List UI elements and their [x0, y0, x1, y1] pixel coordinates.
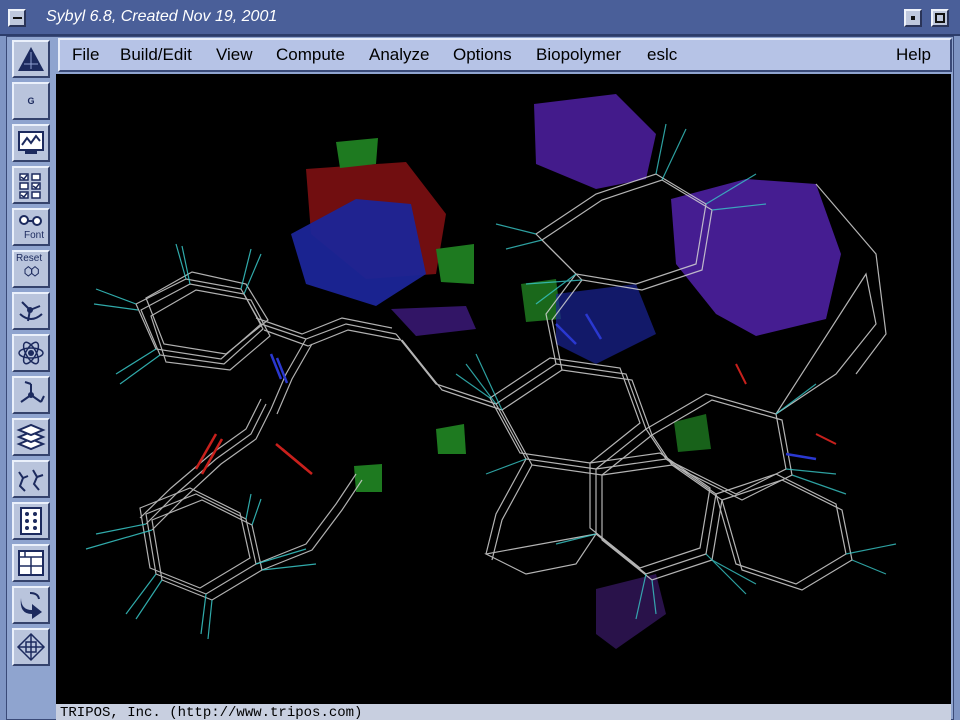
menu-compute[interactable]: Compute — [276, 45, 345, 65]
menu-analyze[interactable]: Analyze — [369, 45, 429, 65]
molecule-scene — [85, 94, 897, 649]
molecules-button[interactable] — [12, 460, 50, 498]
table-icon — [18, 550, 44, 576]
window-title: Sybyl 6.8, Created Nov 19, 2001 — [46, 8, 278, 25]
status-text: TRIPOS, Inc. (http://www.tripos.com) — [60, 705, 363, 720]
contour-green-surface — [336, 138, 378, 168]
layers-button[interactable] — [12, 418, 50, 456]
reset-button[interactable]: Reset — [12, 250, 50, 288]
table-button[interactable] — [12, 544, 50, 582]
menu-options[interactable]: Options — [453, 45, 512, 65]
menu-help[interactable]: Help — [896, 45, 931, 65]
checklist-icon — [19, 173, 41, 199]
menu-bar: File Build/Edit View Compute Analyze Opt… — [58, 38, 952, 72]
arrow-icon — [20, 592, 42, 619]
atom-icon — [18, 341, 44, 365]
minimize-button[interactable] — [904, 9, 922, 27]
menu-biopolymer[interactable]: Biopolymer — [536, 45, 621, 65]
molecule-bonds-left-blue — [269, 353, 289, 384]
title-bar: Sybyl 6.8, Created Nov 19, 2001 — [0, 0, 960, 36]
contour-green-surface — [436, 424, 466, 454]
checklist-button[interactable] — [12, 166, 50, 204]
monitor-button[interactable] — [12, 124, 50, 162]
contour-green-surface — [436, 244, 474, 284]
cube-button[interactable] — [12, 628, 50, 666]
contour-blue-surface — [556, 284, 656, 364]
reset-icon — [24, 266, 39, 277]
branch-icon — [20, 381, 45, 403]
atom-button[interactable] — [12, 334, 50, 372]
molecule-bonds-left — [135, 271, 401, 601]
arrow-button[interactable] — [12, 586, 50, 624]
layers-icon — [16, 423, 46, 451]
font-button[interactable]: Font — [12, 208, 50, 246]
monitor-icon — [18, 131, 44, 154]
g-icon: G — [27, 96, 35, 106]
contour-purple-surface — [534, 94, 656, 189]
molecules-icon — [18, 469, 44, 492]
branch-button[interactable] — [12, 376, 50, 414]
font-label: Font — [24, 230, 45, 241]
sybyl-logo-button[interactable] — [12, 40, 50, 78]
menu-build-edit[interactable]: Build/Edit — [120, 45, 192, 65]
left-toolbar: G Font Reset — [10, 38, 54, 720]
window-menu-button[interactable] — [8, 9, 26, 27]
molecule-viewport[interactable] — [56, 74, 951, 704]
reset-label: Reset — [16, 253, 43, 264]
molecule-rotate-button[interactable] — [12, 292, 50, 330]
molecule-rotate-icon — [19, 301, 43, 322]
maximize-button[interactable] — [931, 9, 949, 27]
grid-dots-button[interactable] — [12, 502, 50, 540]
contour-green-surface — [354, 464, 382, 492]
menu-view[interactable]: View — [216, 45, 253, 65]
molecule-bonds-left-cyan — [85, 243, 317, 640]
g-button[interactable]: G — [12, 82, 50, 120]
menu-eslc[interactable]: eslc — [647, 45, 677, 65]
status-bar: TRIPOS, Inc. (http://www.tripos.com) — [56, 704, 951, 720]
contour-purple-surface — [391, 306, 476, 336]
sybyl-logo-icon — [18, 47, 44, 71]
grid-dots-icon — [20, 507, 42, 535]
menu-file[interactable]: File — [72, 45, 99, 65]
cube-icon — [16, 632, 46, 662]
contour-green-surface — [674, 414, 711, 452]
molecule-bonds-right-red — [735, 363, 837, 445]
